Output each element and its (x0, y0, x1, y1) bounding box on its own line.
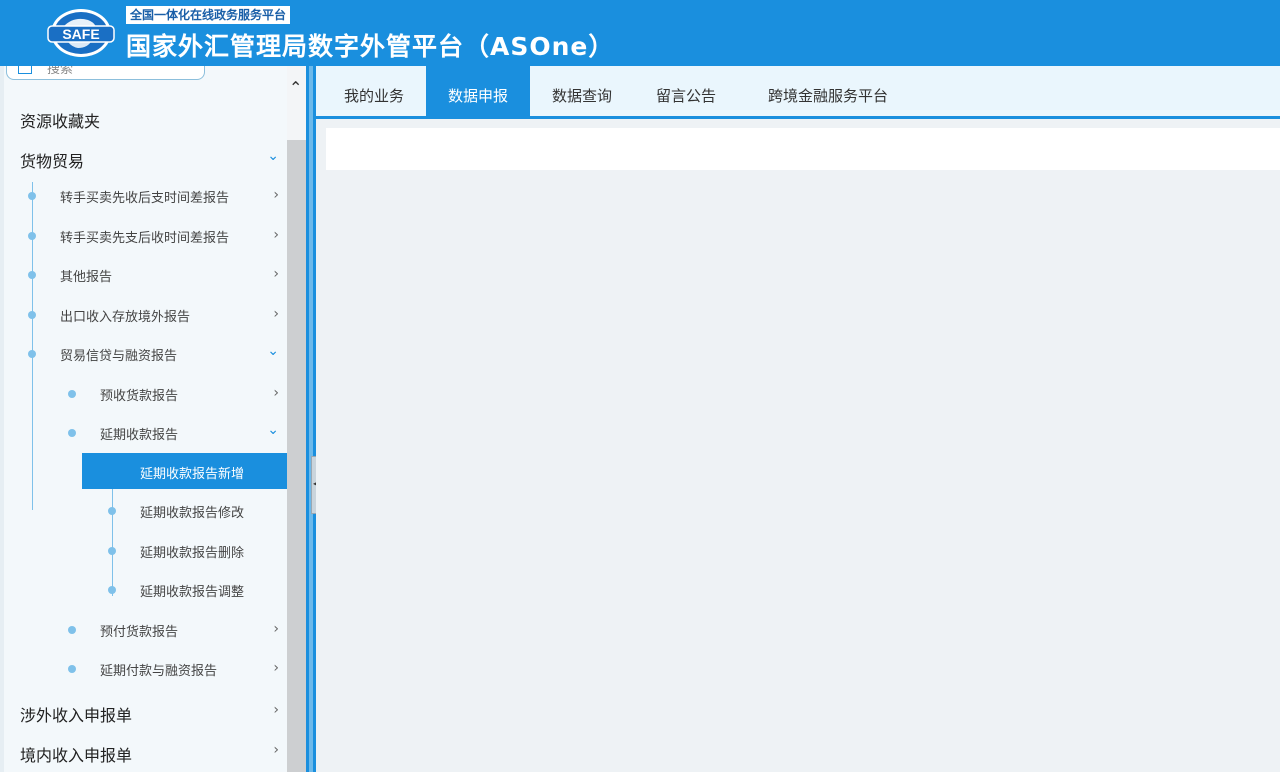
chevron-right-icon: › (273, 227, 279, 243)
bullet-dot (108, 507, 116, 515)
sidebar-item-transit-trade-pay-first[interactable]: 转手买卖先支后收时间差报告 › (4, 218, 287, 254)
sidebar-item-transit-trade-receive-first[interactable]: 转手买卖先收后支时间差报告 › (4, 178, 287, 214)
bullet-dot (28, 192, 36, 200)
splitter-track (309, 66, 313, 772)
chevron-right-icon: › (273, 621, 279, 637)
tab-my-business[interactable]: 我的业务 (326, 66, 422, 116)
bullet-dot (108, 586, 116, 594)
sidebar-item-label: 预收货款报告 (100, 389, 179, 404)
search-button[interactable]: 搜索 (6, 66, 205, 80)
sidebar-item-label: 出口收入存放境外报告 (60, 310, 191, 325)
chevron-down-icon: ⌄ (267, 343, 279, 359)
sidebar: 搜索 资源收藏夹 货物贸易 ⌄ 转手买卖先收后支时间差报告 › 转手买卖先支后收… (0, 66, 306, 772)
tab-data-declaration[interactable]: 数据申报 (426, 66, 530, 116)
sidebar-scrollbar[interactable] (287, 66, 306, 772)
sidebar-item-label: 延期收款报告 (100, 428, 179, 443)
sidebar-item-label: 转手买卖先支后收时间差报告 (60, 231, 230, 246)
chevron-right-icon: › (273, 702, 279, 718)
app-title: 国家外汇管理局数字外管平台（ASOne） (126, 32, 615, 61)
sidebar-item-label: 转手买卖先收后支时间差报告 (60, 191, 230, 206)
sidebar-group-domestic-income-declaration[interactable]: 境内收入申报单 › (4, 734, 287, 770)
sidebar-item-label: 涉外收入申报单 (20, 706, 133, 725)
main-content: 我的业务 数据申报 数据查询 留言公告 跨境金融服务平台 (316, 66, 1280, 772)
sidebar-item-deferred-receipt-adjust[interactable]: 延期收款报告调整 (4, 572, 287, 608)
sidebar-item-label: 预付货款报告 (100, 625, 179, 640)
chevron-right-icon: › (273, 742, 279, 758)
sidebar-group-foreign-income-declaration[interactable]: 涉外收入申报单 › (4, 694, 287, 730)
sidebar-item-other-reports[interactable]: 其他报告 › (4, 257, 287, 293)
sidebar-item-label: 延期收款报告修改 (140, 506, 245, 521)
bullet-dot (68, 390, 76, 398)
tab-bar: 我的业务 数据申报 数据查询 留言公告 跨境金融服务平台 (316, 66, 1280, 119)
scroll-up-button[interactable]: ⌃ (287, 66, 306, 140)
sidebar-item-favorites[interactable]: 资源收藏夹 (4, 100, 287, 136)
sidebar-item-label: 其他报告 (60, 270, 113, 285)
bullet-dot (28, 232, 36, 240)
sidebar-item-deferred-payment-financing[interactable]: 延期付款与融资报告 › (4, 651, 287, 687)
chevron-right-icon: › (273, 266, 279, 282)
bullet-dot (68, 665, 76, 673)
svg-text:SAFE: SAFE (62, 26, 99, 42)
sidebar-item-export-income-abroad[interactable]: 出口收入存放境外报告 › (4, 297, 287, 333)
sidebar-item-label: 货物贸易 (20, 152, 85, 171)
bullet-dot (28, 271, 36, 279)
tab-messages-announcements[interactable]: 留言公告 (636, 66, 736, 116)
sidebar-item-label: 延期收款报告调整 (140, 585, 245, 600)
bullet-dot (68, 626, 76, 634)
sidebar-item-label: 贸易信贷与融资报告 (60, 349, 178, 364)
bullet-dot (28, 350, 36, 358)
sidebar-item-advance-receipt-report[interactable]: 预收货款报告 › (4, 376, 287, 412)
chevron-right-icon: › (273, 306, 279, 322)
app-header: SAFE 全国一体化在线政务服务平台 国家外汇管理局数字外管平台（ASOne） (0, 0, 1280, 66)
sidebar-item-label: 资源收藏夹 (20, 112, 101, 131)
chevron-right-icon: › (273, 385, 279, 401)
content-panel (326, 128, 1280, 170)
chevron-down-icon: ⌄ (267, 148, 279, 164)
search-label: 搜索 (47, 66, 74, 77)
tab-cross-border-finance[interactable]: 跨境金融服务平台 (744, 66, 912, 116)
chevron-down-icon: ⌄ (267, 422, 279, 438)
sidebar-item-label: 延期收款报告新增 (140, 467, 245, 482)
sidebar-item-label: 延期收款报告删除 (140, 546, 245, 561)
sidebar-item-deferred-receipt-report[interactable]: 延期收款报告 ⌄ (4, 415, 287, 451)
tab-data-query[interactable]: 数据查询 (534, 66, 630, 116)
sidebar-item-label: 境内收入申报单 (20, 746, 133, 765)
sidebar-item-label: 延期付款与融资报告 (100, 664, 218, 679)
bullet-dot (68, 429, 76, 437)
chevron-right-icon: › (273, 660, 279, 676)
sidebar-item-advance-payment-report[interactable]: 预付货款报告 › (4, 612, 287, 648)
sidebar-item-deferred-receipt-delete[interactable]: 延期收款报告删除 (4, 533, 287, 569)
sidebar-group-goods-trade[interactable]: 货物贸易 ⌄ (4, 140, 287, 176)
sidebar-item-trade-credit-financing[interactable]: 贸易信贷与融资报告 ⌄ (4, 336, 287, 372)
chevron-up-icon: ⌃ (289, 78, 303, 97)
bullet-dot (28, 311, 36, 319)
platform-tagline: 全国一体化在线政务服务平台 (126, 6, 291, 24)
bullet-dot (108, 547, 116, 555)
chevron-right-icon: › (273, 187, 279, 203)
search-icon (18, 66, 32, 74)
sidebar-item-deferred-receipt-add[interactable]: 延期收款报告新增 (82, 453, 287, 489)
sidebar-item-deferred-receipt-modify[interactable]: 延期收款报告修改 (4, 493, 287, 529)
safe-logo[interactable]: SAFE (44, 6, 118, 60)
